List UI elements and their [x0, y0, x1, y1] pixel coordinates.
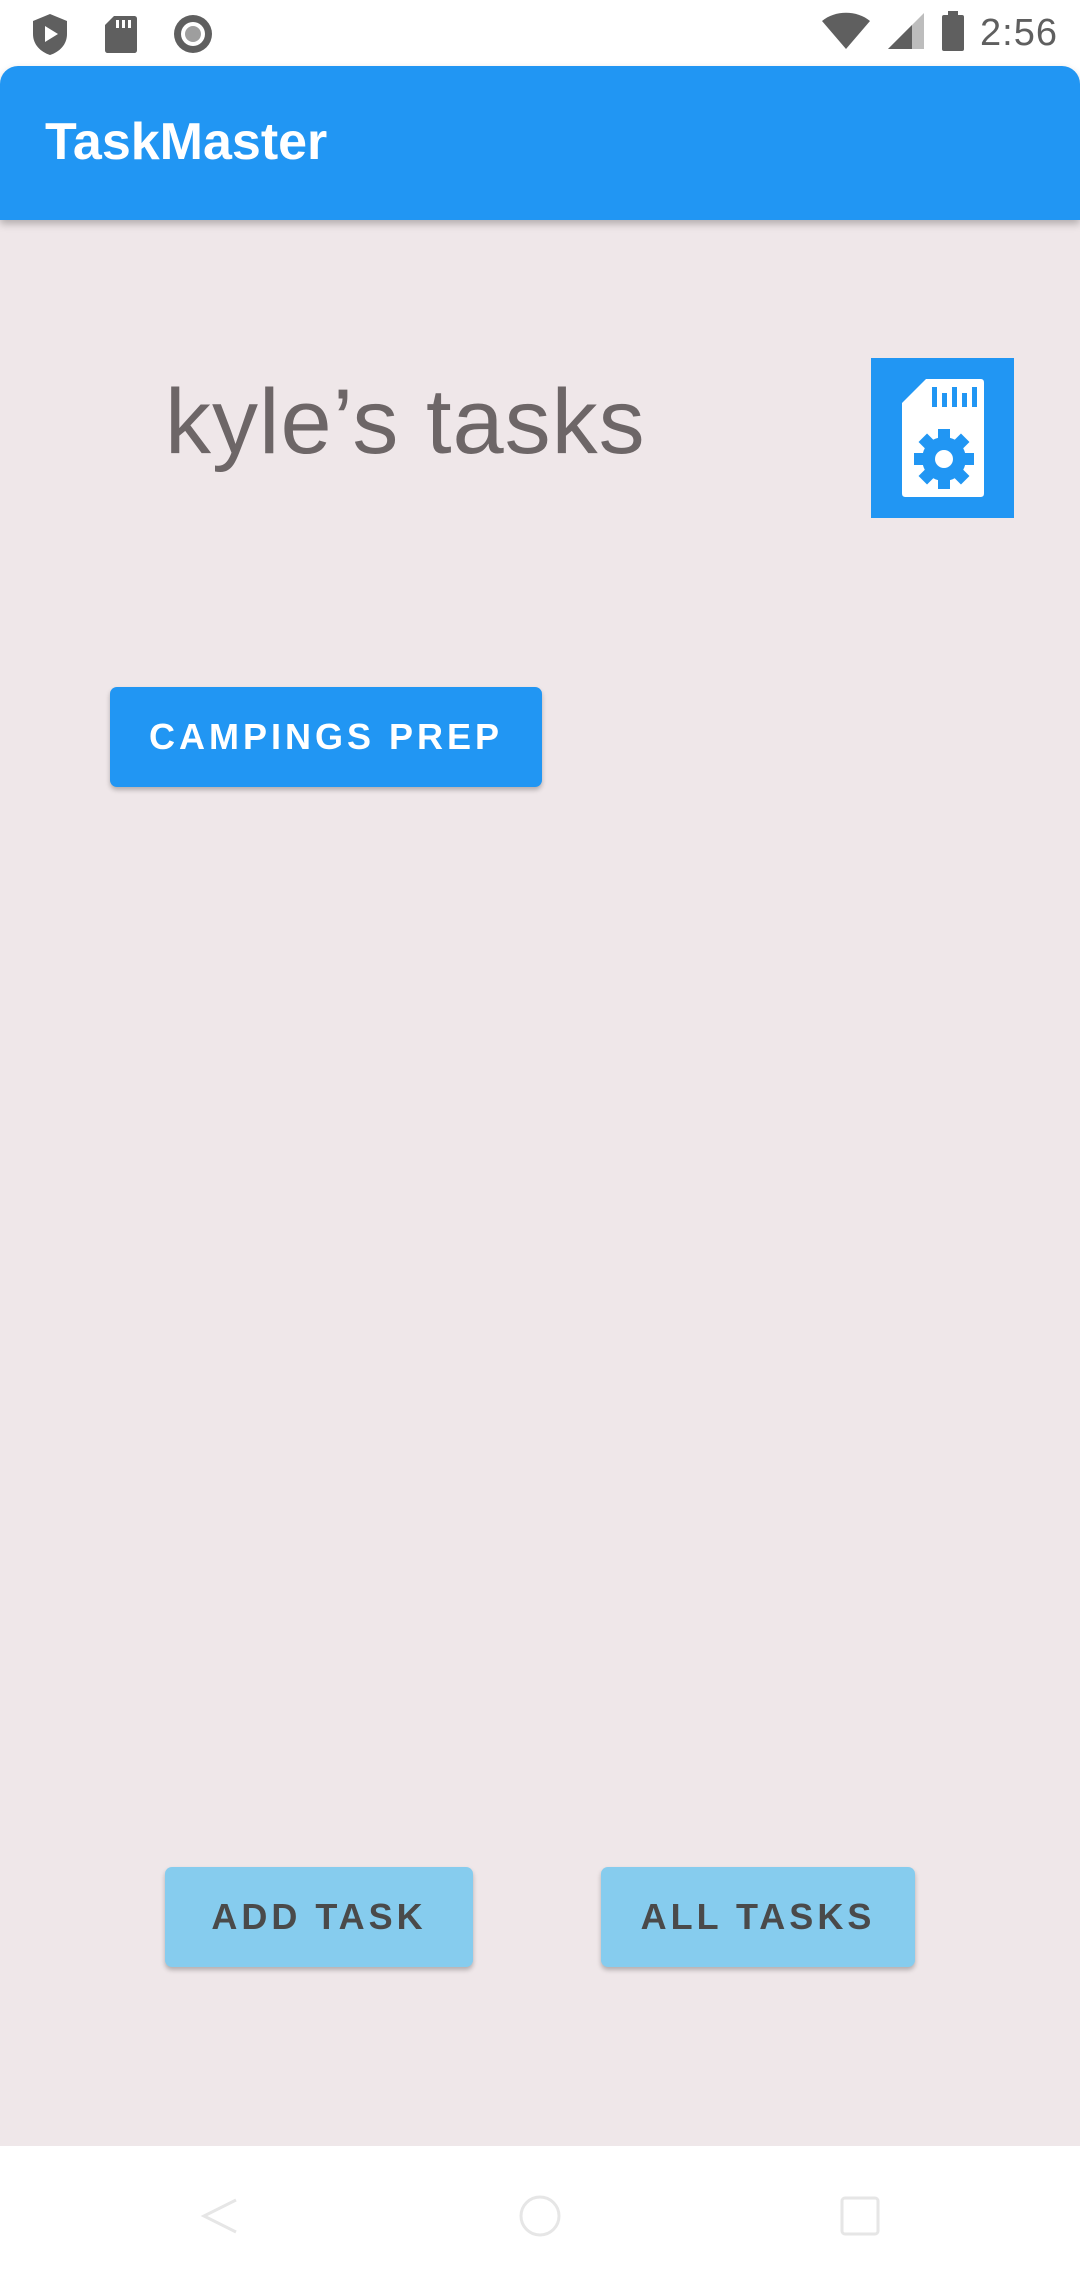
main-content: kyle’s tasks CAMPINGS PREP ADD TASK ALL … [0, 220, 1080, 2146]
back-icon [198, 2194, 242, 2243]
home-icon [518, 2194, 562, 2243]
sd-card-icon [104, 14, 138, 59]
all-tasks-button[interactable]: ALL TASKS [601, 1867, 915, 1967]
nav-home-button[interactable] [510, 2188, 570, 2248]
status-time: 2:56 [980, 12, 1058, 54]
recents-icon [838, 2194, 882, 2243]
nav-back-button[interactable] [190, 2188, 250, 2248]
shield-play-icon [30, 12, 70, 61]
screen: 2:56 TaskMaster kyle’s tasks CAMPINGS PR… [0, 0, 1080, 2280]
app-title: TaskMaster [45, 113, 328, 171]
wifi-icon [820, 11, 872, 56]
status-right-icons: 2:56 [820, 10, 1058, 57]
task-button-campings-prep[interactable]: CAMPINGS PREP [110, 687, 542, 787]
app-bar: TaskMaster [0, 66, 1080, 220]
record-circle-icon [172, 13, 214, 60]
battery-icon [940, 10, 966, 57]
cell-signal-icon [886, 11, 926, 56]
status-bar: 2:56 [0, 0, 1080, 66]
settings-button[interactable] [871, 358, 1014, 518]
nav-recents-button[interactable] [830, 2188, 890, 2248]
nav-bar [0, 2146, 1080, 2280]
add-task-button[interactable]: ADD TASK [165, 1867, 473, 1967]
sd-card-settings-icon [898, 371, 988, 506]
status-left-icons [30, 12, 214, 61]
page-heading: kyle’s tasks [165, 371, 646, 473]
